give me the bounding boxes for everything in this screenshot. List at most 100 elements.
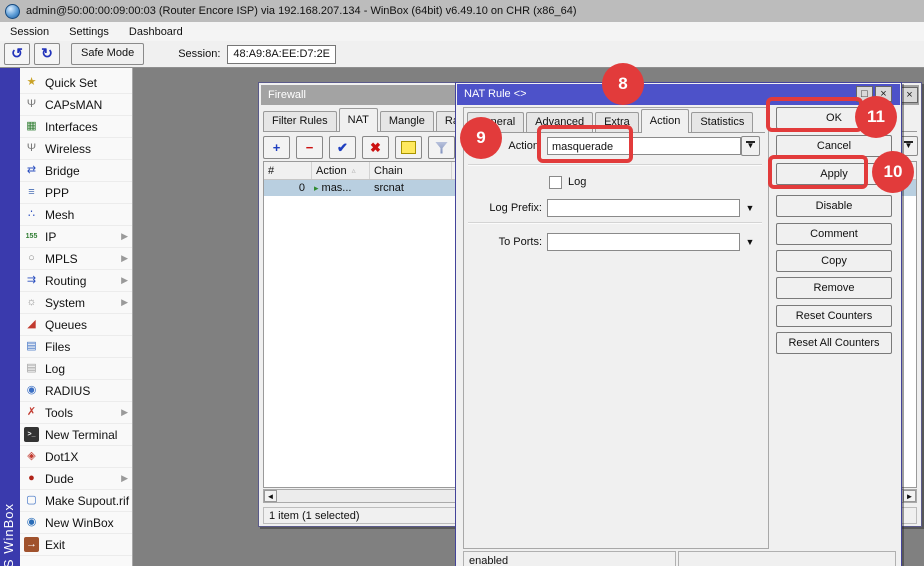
wand-icon: ★ [24, 75, 39, 90]
sidebar-item-label: PPP [45, 186, 69, 200]
scroll-right-icon[interactable]: ► [903, 490, 916, 502]
sidebar-item-mesh[interactable]: ∴ Mesh [20, 204, 132, 226]
window-title: admin@50:00:00:09:00:03 (Router Encore I… [26, 5, 576, 17]
menu-bar: SessionSettingsDashboard [0, 22, 924, 41]
sidebar-item-label: Exit [45, 538, 65, 552]
comment-button[interactable] [395, 136, 422, 159]
sidebar-item-bridge[interactable]: ⇄ Bridge [20, 160, 132, 182]
reset-counters-button[interactable]: Reset Counters [776, 305, 892, 327]
annotation-highlight-ok [766, 97, 863, 132]
sidebar-item-mpls[interactable]: ○ MPLS ▶ [20, 248, 132, 270]
annotation-highlight-action [537, 125, 633, 163]
log-row: Log [468, 172, 760, 192]
mpls-icon: ○ [24, 251, 39, 266]
sidebar-item-dot1x[interactable]: ◈ Dot1X [20, 446, 132, 468]
sidebar-item-dude[interactable]: ● Dude ▶ [20, 468, 132, 490]
sidebar-item-label: Files [45, 340, 70, 354]
sidebar-item-system[interactable]: ☼ System ▶ [20, 292, 132, 314]
sidebar-item-new-winbox[interactable]: ◉ New WinBox [20, 512, 132, 534]
sidebar-item-wireless[interactable]: Ψ Wireless [20, 138, 132, 160]
submenu-arrow-icon: ▶ [121, 253, 128, 264]
gear-icon: ☼ [24, 295, 39, 310]
dude-icon: ● [24, 471, 39, 486]
tab-statistics[interactable]: Statistics [691, 112, 753, 132]
sidebar-item-label: CAPsMAN [45, 98, 102, 112]
column-header-action[interactable]: Action▵ [312, 162, 370, 179]
sidebar-item-label: Routing [45, 274, 86, 288]
menu-dashboard[interactable]: Dashboard [119, 22, 193, 41]
sidebar-item-ppp[interactable]: ≡ PPP [20, 182, 132, 204]
dot1x-icon: ◈ [24, 449, 39, 464]
log-prefix-input[interactable] [547, 199, 740, 217]
sidebar-item-new-terminal[interactable]: >_ New Terminal [20, 424, 132, 446]
sidebar-item-routing[interactable]: ⇉ Routing ▶ [20, 270, 132, 292]
folder-icon: ▤ [24, 339, 39, 354]
tab-action[interactable]: Action [641, 109, 690, 133]
disable-button[interactable]: ✖ [362, 136, 389, 159]
status-extra-cell [678, 551, 896, 566]
sidebar-item-interfaces[interactable]: ▦ Interfaces [20, 116, 132, 138]
sidebar-item-quick-set[interactable]: ★ Quick Set [20, 72, 132, 94]
redo-icon[interactable]: ↻ [34, 43, 60, 65]
sidebar-item-label: New Terminal [45, 428, 117, 442]
sidebar-item-exit[interactable]: → Exit [20, 534, 132, 556]
sidebar-item-label: Log [45, 362, 65, 376]
winbox-globe-icon [5, 4, 20, 19]
copy-button[interactable]: Copy [776, 250, 892, 272]
cancel-button[interactable]: Cancel [776, 135, 892, 157]
wireless-icon: Ψ [24, 141, 39, 156]
masquerade-action-icon: ▸ [314, 183, 319, 194]
tab-mangle[interactable]: Mangle [380, 111, 434, 131]
sidebar-item-label: Bridge [45, 164, 80, 178]
ppp-icon: ≡ [24, 185, 39, 200]
undo-icon[interactable]: ↺ [4, 43, 30, 65]
add-button[interactable]: + [263, 136, 290, 159]
remove-button[interactable]: Remove [776, 277, 892, 299]
sidebar-item-capsman[interactable]: Ψ CAPsMAN [20, 94, 132, 116]
reset-all-counters-button[interactable]: Reset All Counters [776, 332, 892, 354]
column-header-chain[interactable]: Chain [370, 162, 452, 179]
to-ports-label: To Ports: [468, 236, 547, 248]
log-checkbox[interactable] [549, 176, 562, 189]
submenu-arrow-icon: ▶ [121, 297, 128, 308]
routing-icon: ⇉ [24, 273, 39, 288]
to-ports-input[interactable] [547, 233, 740, 251]
enable-button[interactable]: ✔ [329, 136, 356, 159]
tab-nat[interactable]: NAT [339, 108, 378, 132]
mesh-icon: ∴ [24, 207, 39, 222]
close-icon[interactable]: × [901, 87, 918, 103]
sidebar-item-label: Queues [45, 318, 87, 332]
sidebar-item-radius[interactable]: ◉ RADIUS [20, 380, 132, 402]
disable-button[interactable]: Disable [776, 195, 892, 217]
sidebar-item-queues[interactable]: ◢ Queues [20, 314, 132, 336]
remove-button[interactable]: − [296, 136, 323, 159]
log-prefix-label: Log Prefix: [468, 202, 547, 214]
radius-icon: ◉ [24, 383, 39, 398]
brand-strip: RouterOS WinBox [0, 68, 20, 566]
chevron-down-icon[interactable]: ▼ [740, 237, 760, 247]
sidebar-item-files[interactable]: ▤ Files [20, 336, 132, 358]
nat-rule-status-bar: enabled [463, 551, 896, 566]
row-number: 0 [264, 180, 312, 196]
safe-mode-button[interactable]: Safe Mode [71, 43, 144, 65]
session-field[interactable]: 48:A9:8A:EE:D7:2E [227, 45, 336, 64]
action-dropdown-icon[interactable]: ▼ [741, 136, 760, 156]
nat-rule-content: GeneralAdvancedExtraActionStatistics Act… [463, 107, 769, 549]
sidebar-item-tools[interactable]: ✗ Tools ▶ [20, 402, 132, 424]
comment-button[interactable]: Comment [776, 223, 892, 245]
sidebar-item-label: MPLS [45, 252, 78, 266]
sidebar-item-label: Dot1X [45, 450, 78, 464]
tab-filter-rules[interactable]: Filter Rules [263, 111, 337, 131]
menu-settings[interactable]: Settings [59, 22, 119, 41]
ip-icon: 155 [24, 229, 39, 244]
menu-session[interactable]: Session [0, 22, 59, 41]
filter-button[interactable] [428, 136, 455, 159]
annotation-badge-9: 9 [460, 117, 502, 159]
sidebar-item-ip[interactable]: 155 IP ▶ [20, 226, 132, 248]
chevron-down-icon[interactable]: ▼ [740, 203, 760, 213]
scroll-left-icon[interactable]: ◄ [264, 490, 277, 502]
tools-icon: ✗ [24, 405, 39, 420]
sidebar-item-log[interactable]: ▤ Log [20, 358, 132, 380]
sidebar-item-make-supout-rif[interactable]: ▢ Make Supout.rif [20, 490, 132, 512]
column-header-num[interactable]: # [264, 162, 312, 179]
